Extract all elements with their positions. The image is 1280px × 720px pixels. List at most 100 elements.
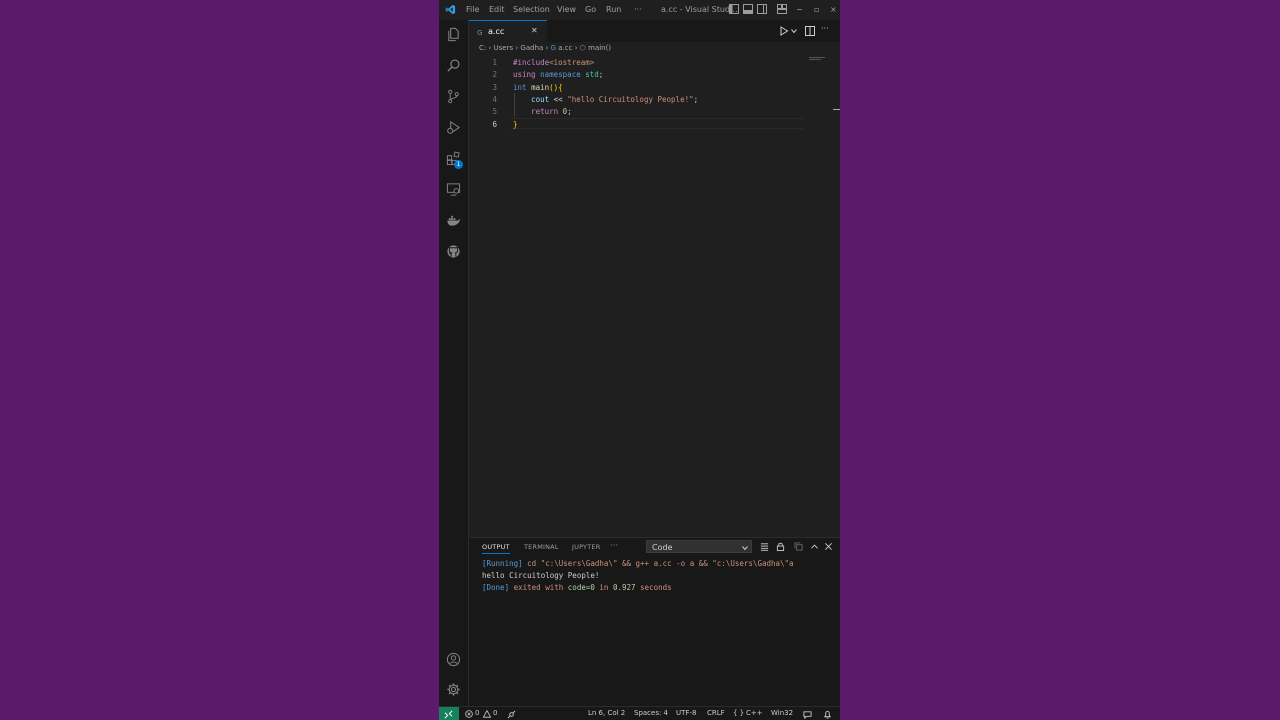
maximize-button[interactable]: ▫ <box>814 5 819 14</box>
bottom-panel: OUTPUT TERMINAL JUPYTER ··· Code [Runnin… <box>469 537 840 707</box>
filter-lines-icon[interactable] <box>760 542 769 551</box>
output-exit-code: code=0 <box>567 583 595 592</box>
remote-indicator[interactable] <box>439 707 459 720</box>
error-icon <box>465 710 473 718</box>
tab-terminal[interactable]: TERMINAL <box>524 543 559 551</box>
breadcrumb-drive[interactable]: C: <box>479 44 486 52</box>
menu-file[interactable]: File <box>466 5 479 14</box>
tab-jupyter[interactable]: JUPYTER <box>572 543 600 551</box>
output-time: 0.927 <box>612 583 636 592</box>
docker-icon[interactable] <box>446 213 461 228</box>
code-token: <iostream> <box>549 58 595 67</box>
toggle-sidebar-icon[interactable] <box>729 4 739 14</box>
run-code-icon[interactable] <box>779 26 789 36</box>
close-panel-icon[interactable] <box>824 542 833 551</box>
breadcrumb-file[interactable]: a.cc <box>558 44 572 52</box>
language-mode[interactable]: C++ <box>746 709 763 717</box>
minimap[interactable] <box>807 56 835 62</box>
run-dropdown-chevron-icon[interactable] <box>791 28 797 34</box>
output-channel-select[interactable]: Code <box>646 540 752 553</box>
code-token: ; <box>598 70 604 80</box>
explorer-icon[interactable] <box>446 27 461 42</box>
platform[interactable]: Win32 <box>771 709 793 717</box>
code-token: } <box>513 119 518 129</box>
menu-more[interactable]: ··· <box>634 5 642 14</box>
menu-run[interactable]: Run <box>606 5 621 14</box>
source-control-icon[interactable] <box>446 89 461 104</box>
run-debug-icon[interactable] <box>446 120 461 135</box>
warning-icon <box>483 710 491 718</box>
maximize-panel-icon[interactable] <box>810 542 819 551</box>
menu-view[interactable]: View <box>557 5 576 14</box>
code-line: int main(){ <box>513 83 563 92</box>
toggle-secondary-sidebar-icon[interactable] <box>757 4 767 14</box>
remote-icon <box>444 710 453 718</box>
error-count[interactable]: 0 <box>475 709 479 717</box>
code-editor[interactable]: 1 #include<iostream> 2 using namespace std;… <box>469 56 840 536</box>
code-token: << <box>553 94 568 104</box>
end-of-line[interactable]: CRLF <box>707 709 725 717</box>
code-token: int <box>513 82 532 92</box>
editor-tabs: G a.cc ✕ ··· <box>469 20 840 42</box>
chevron-down-icon <box>742 545 748 550</box>
github-icon[interactable] <box>446 244 461 259</box>
code-token: #include <box>513 58 550 67</box>
activity-bar: 1 <box>439 20 469 706</box>
code-token: using <box>513 70 541 80</box>
editor-more-actions-icon[interactable]: ··· <box>821 24 829 33</box>
code-line: } <box>513 120 518 129</box>
split-editor-icon[interactable] <box>805 26 815 36</box>
cpp-file-icon: G <box>477 28 483 36</box>
indentation[interactable]: Spaces: 4 <box>634 709 668 717</box>
search-icon[interactable] <box>446 58 461 73</box>
svg-text:G: G <box>477 28 483 36</box>
code-token: ; <box>567 107 572 117</box>
output-done-tag: [Done] <box>482 583 510 592</box>
encoding[interactable]: UTF-8 <box>676 709 696 717</box>
output-line-result: hello Circuitology People! <box>482 571 600 580</box>
line-number: 4 <box>492 94 497 104</box>
copy-icon[interactable] <box>794 542 803 551</box>
line-number: 2 <box>492 70 497 80</box>
overview-ruler-cursor <box>833 109 840 110</box>
output-running-tag: [Running] <box>482 559 523 568</box>
tab-output[interactable]: OUTPUT <box>482 543 510 554</box>
breadcrumb-symbol[interactable]: main() <box>588 44 611 52</box>
minimize-button[interactable]: − <box>796 5 803 14</box>
code-line: cout << "hello Circuitology People!"; <box>513 95 698 104</box>
remote-explorer-icon[interactable] <box>446 182 461 197</box>
settings-gear-icon[interactable] <box>446 682 461 697</box>
notifications-bell-icon[interactable] <box>823 710 832 719</box>
vscode-window: File Edit Selection View Go Run ··· a.cc… <box>439 0 840 720</box>
window-close-button[interactable]: × <box>830 5 837 14</box>
cursor-position[interactable]: Ln 6, Col 2 <box>588 709 625 717</box>
vscode-logo-icon <box>445 4 456 15</box>
feedback-icon[interactable] <box>803 710 812 719</box>
code-token: return <box>513 107 563 117</box>
toggle-panel-icon[interactable] <box>743 4 753 14</box>
menu-edit[interactable]: Edit <box>489 5 505 14</box>
window-title: a.cc - Visual Stud... <box>661 5 738 14</box>
breadcrumb-user[interactable]: Gadha <box>520 44 543 52</box>
accounts-icon[interactable] <box>446 652 461 667</box>
code-token: ; <box>693 94 699 104</box>
ports-icon[interactable] <box>507 710 516 719</box>
title-bar: File Edit Selection View Go Run ··· a.cc… <box>439 0 840 20</box>
tab-a-cc[interactable]: G a.cc ✕ <box>469 20 547 42</box>
breadcrumb: C: › Users › Gadha › G a.cc › ⬡ main() <box>479 44 819 55</box>
code-token: { <box>558 82 563 92</box>
panel-more-icon[interactable]: ··· <box>610 541 618 550</box>
menu-go[interactable]: Go <box>585 5 596 14</box>
customize-layout-icon[interactable] <box>777 4 787 14</box>
lock-icon[interactable] <box>776 542 785 551</box>
breadcrumb-users[interactable]: Users <box>494 44 514 52</box>
tab-close-button[interactable]: ✕ <box>531 26 538 35</box>
output-done-mid: exited with <box>509 583 568 592</box>
output-done-end: seconds <box>635 583 672 592</box>
warning-count[interactable]: 0 <box>493 709 497 717</box>
code-token: cout <box>513 94 554 104</box>
code-token: main <box>531 82 550 92</box>
chevron-right-icon: › <box>515 44 519 52</box>
menu-selection[interactable]: Selection <box>513 5 550 14</box>
code-line: using namespace std; <box>513 70 603 79</box>
